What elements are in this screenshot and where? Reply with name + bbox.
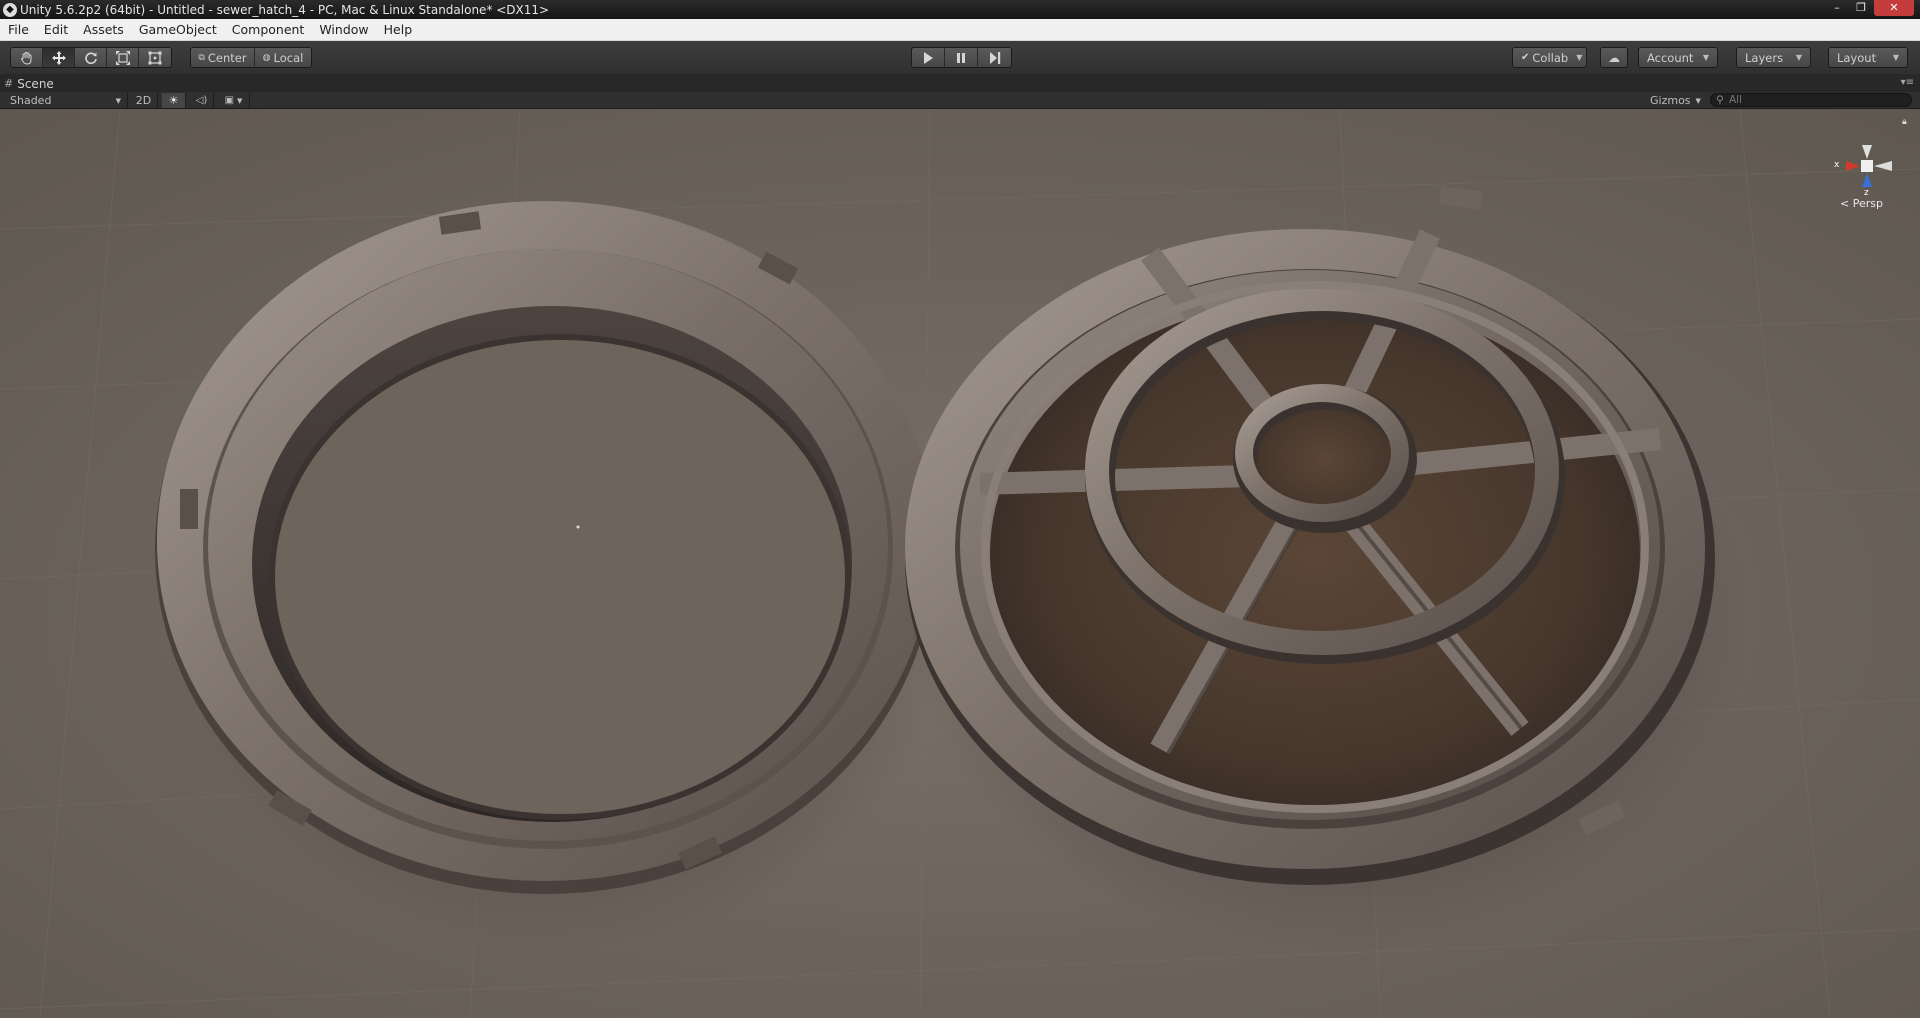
menu-file[interactable]: File (0, 22, 36, 37)
chevron-down-icon: ▼ (115, 96, 121, 105)
rect-tool-button[interactable] (139, 48, 171, 67)
search-icon: ⚲ (1716, 94, 1724, 106)
hand-tool-button[interactable] (11, 48, 43, 67)
persp-icon: < (1840, 197, 1850, 210)
playback-controls (911, 47, 1012, 68)
layers-dropdown[interactable]: Layers ▼ (1736, 47, 1811, 68)
scene-tab[interactable]: # Scene (4, 75, 54, 92)
scene-tab-strip: # Scene ▾≡ (0, 74, 1920, 92)
menu-help[interactable]: Help (376, 22, 420, 37)
chevron-down-icon: ▼ (237, 96, 243, 105)
title-bar: ◆ Unity 5.6.2p2 (64bit) - Untitled - sew… (0, 0, 1920, 19)
play-icon (924, 51, 933, 64)
layers-label: Layers (1745, 50, 1784, 65)
close-button[interactable]: ✕ (1874, 0, 1914, 16)
maximize-button[interactable]: ❐ (1850, 0, 1872, 16)
effects-dropdown[interactable]: ▣ ▼ (218, 93, 250, 108)
layout-dropdown[interactable]: Layout ▼ (1828, 47, 1908, 68)
audio-toggle[interactable]: ◁) (190, 93, 214, 108)
pivot-local-toggle[interactable]: ◍ Local (255, 48, 311, 67)
account-dropdown[interactable]: Account ▼ (1638, 47, 1718, 68)
minimize-button[interactable]: – (1826, 0, 1848, 16)
gizmos-dropdown[interactable]: Gizmos ▼ (1650, 93, 1701, 108)
orientation-gizmo[interactable]: x z < Persp (1832, 131, 1902, 221)
move-tool-button[interactable] (43, 48, 75, 67)
scale-tool-button[interactable] (107, 48, 139, 67)
chevron-down-icon: ▼ (1576, 53, 1583, 62)
chevron-down-icon: ▼ (1795, 53, 1802, 62)
cloud-services-button[interactable]: ☁ (1600, 47, 1628, 68)
scene-render (0, 109, 1920, 1018)
lock-icon[interactable]: 🔒︎ (1902, 117, 1910, 127)
window-controls: – ❐ ✕ (1826, 0, 1914, 19)
step-button[interactable] (978, 48, 1011, 67)
speaker-icon: ◁) (195, 95, 208, 106)
pause-button[interactable] (945, 48, 978, 67)
mode-2d-toggle[interactable]: 2D (130, 93, 158, 108)
collab-dropdown[interactable]: ✔ Collab ▼ (1512, 47, 1587, 68)
transform-tools (10, 47, 172, 68)
projection-toggle[interactable]: < Persp (1840, 197, 1883, 210)
scene-search-field[interactable]: ⚲ All (1710, 93, 1912, 107)
sun-icon: ☀ (168, 94, 179, 107)
menu-gameobject[interactable]: GameObject (131, 22, 224, 37)
layout-label: Layout (1837, 50, 1877, 65)
pivot-center-label: Center (207, 50, 247, 65)
menu-edit[interactable]: Edit (36, 22, 75, 37)
chevron-down-icon: ▼ (1702, 53, 1709, 62)
axis-x-label: x (1834, 160, 1840, 170)
pivot-icon: ⧉ (198, 52, 205, 63)
rotate-icon (84, 51, 97, 64)
pivot-local-label: Local (273, 50, 304, 65)
menu-window[interactable]: Window (311, 22, 375, 37)
search-placeholder: All (1729, 94, 1743, 106)
shading-mode-label: Shaded (10, 94, 52, 107)
move-icon (51, 50, 66, 65)
check-icon: ✔ (1521, 52, 1530, 63)
lighting-toggle[interactable]: ☀ (162, 93, 186, 108)
scene-tab-label: Scene (17, 76, 54, 91)
menu-bar: File Edit Assets GameObject Component Wi… (0, 19, 1920, 41)
scale-icon (115, 50, 130, 65)
step-icon (989, 51, 1000, 64)
chevron-down-icon: ▼ (1695, 96, 1701, 105)
rect-transform-icon (148, 51, 162, 64)
pivot-controls: ⧉ Center ◍ Local (190, 47, 312, 68)
account-label: Account (1647, 50, 1694, 65)
pause-icon (957, 52, 965, 63)
cloud-icon: ☁ (1608, 50, 1620, 65)
rotate-tool-button[interactable] (75, 48, 107, 67)
hand-icon (20, 51, 31, 65)
mode-2d-label: 2D (135, 94, 152, 107)
image-effects-icon: ▣ (224, 95, 235, 106)
window-title: Unity 5.6.2p2 (64bit) - Untitled - sewer… (20, 2, 550, 17)
scene-grid-icon: # (4, 77, 14, 90)
menu-assets[interactable]: Assets (75, 22, 131, 37)
scene-viewport[interactable]: 🔒︎ x z < Persp (0, 109, 1920, 1018)
main-toolbar: ⧉ Center ◍ Local ✔ Collab ▼ ☁ Account ▼ … (0, 41, 1920, 74)
local-rotation-icon: ◍ (262, 52, 271, 63)
unity-logo-icon: ◆ (3, 2, 17, 17)
gizmos-label: Gizmos (1650, 94, 1691, 107)
shading-mode-dropdown[interactable]: Shaded ▼ (4, 93, 128, 108)
pivot-center-toggle[interactable]: ⧉ Center (191, 48, 255, 67)
menu-component[interactable]: Component (224, 22, 312, 37)
panel-menu-icon[interactable]: ▾≡ (1901, 77, 1914, 88)
play-button[interactable] (912, 48, 945, 67)
scene-control-bar: Shaded ▼ 2D ☀ ◁) ▣ ▼ Gizmos ▼ ⚲ All (0, 92, 1920, 109)
chevron-down-icon: ▼ (1892, 53, 1899, 62)
projection-label: Persp (1852, 197, 1883, 210)
collab-label: Collab (1532, 50, 1569, 65)
